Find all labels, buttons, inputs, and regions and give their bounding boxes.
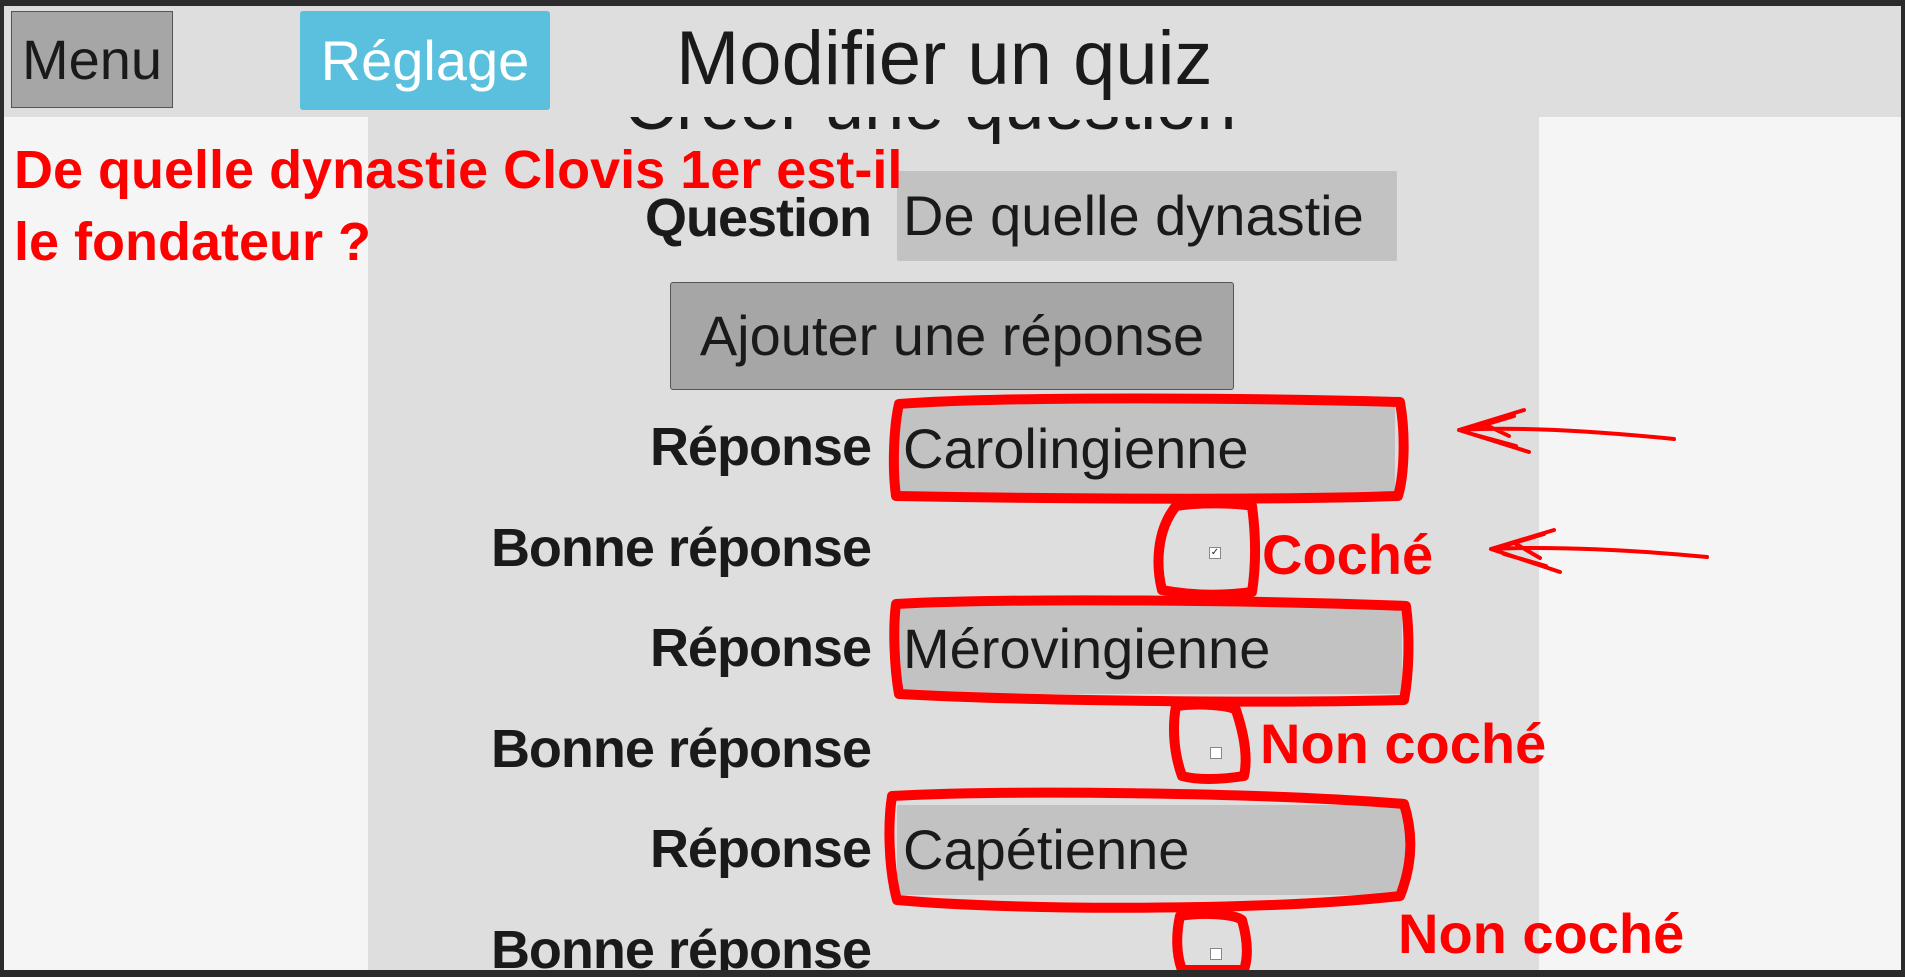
arrow-checkbox-1	[1489, 528, 1709, 574]
annotation-checked: Coché	[1262, 523, 1434, 586]
highlight-checkbox-1	[1153, 498, 1260, 600]
annotation-question-text: De quelle dynastie Clovis 1er est-il le …	[14, 140, 903, 272]
app-screen: Créer une question Question De quelle dy…	[4, 6, 1901, 970]
annotation-unchecked-1: Non coché	[1260, 712, 1547, 775]
highlight-checkbox-2	[1169, 699, 1251, 784]
annotation-unchecked-2: Non coché	[1398, 902, 1685, 965]
highlight-answer-2	[889, 595, 1414, 707]
highlight-answer-3	[884, 787, 1416, 913]
arrow-answer-1	[1457, 408, 1676, 454]
highlight-checkbox-3	[1172, 908, 1252, 970]
highlight-answer-1	[888, 393, 1409, 504]
